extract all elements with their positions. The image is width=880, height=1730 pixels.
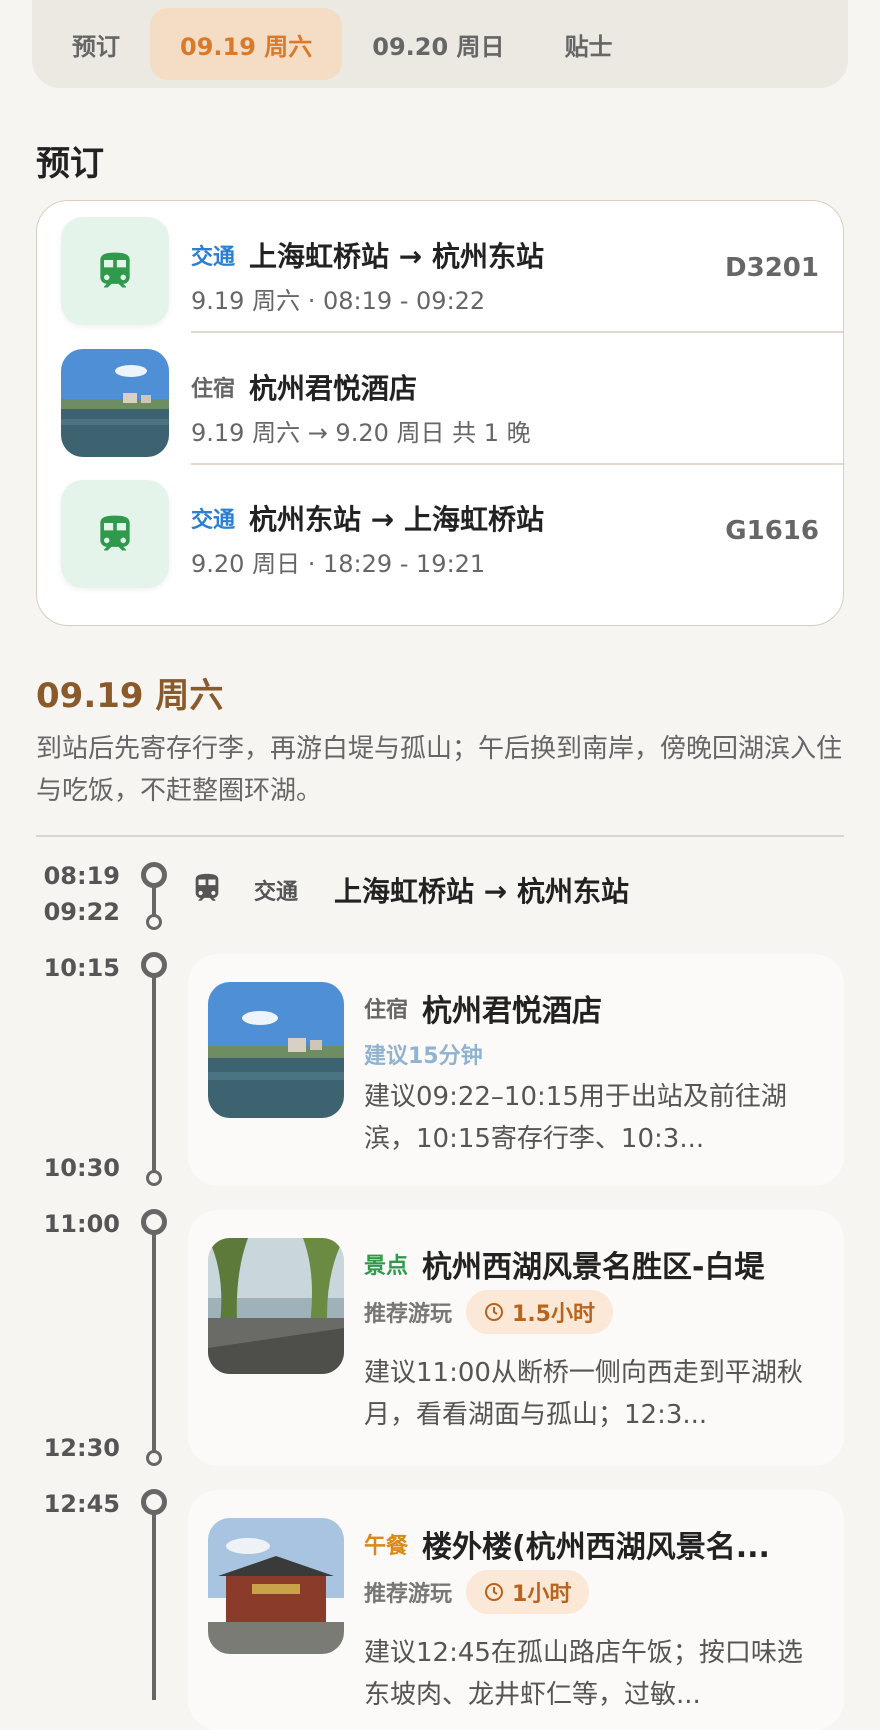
transit-label: 交通 [254,880,299,905]
day-tabs: 预订 09.19 周六 09.20 周日 贴士 [32,0,848,88]
timeline-line [152,976,156,1176]
timeline-line [152,1513,156,1700]
train-icon [61,480,169,588]
time-start: 12:45 [43,1490,120,1518]
duration-text: 1小时 [512,1582,572,1607]
timeline-node [141,1489,167,1515]
timeline-node [141,952,167,978]
restaurant-photo [208,1518,344,1654]
booking-name: 杭州君悦酒店 [249,372,418,405]
item-description: 建议11:00从断桥一侧向西走到平湖秋月，看看湖面与孤山；12:3... [364,1358,803,1430]
clock-icon [485,1303,504,1321]
item-tag: 住宿 [364,998,409,1023]
duration-badge: 1.5小时 [466,1290,613,1334]
day-description: 到站后先寄存行李，再游白堤与孤山；午后换到南岸，傍晚回湖滨入住与吃饭，不赶整圈环… [36,734,843,806]
timeline-node-end [146,914,162,930]
item-tag: 景点 [364,1254,409,1279]
time-end: 09:22 [43,898,120,926]
booking-section-title: 预订 [36,144,104,184]
booking-tag: 交通 [191,508,236,533]
train-number: G1616 [725,516,819,546]
timeline-card-hotel[interactable]: 住宿 杭州君悦酒店 建议15分钟 建议09:22–10:15用于出站及前往湖滨，… [188,954,844,1186]
recommend-label: 推荐游玩 [364,1582,453,1607]
day-title: 09.19 周六 [36,676,224,716]
timeline-node-end [146,1170,162,1186]
item-description: 建议09:22–10:15用于出站及前往湖滨，10:15寄存行李、10:3... [364,1082,787,1154]
duration-badge: 1小时 [466,1570,590,1614]
timeline-node [141,1209,167,1235]
clock-icon [485,1583,504,1601]
hotel-photo [208,982,344,1118]
timeline-card-attraction[interactable]: 景点 杭州西湖风景名胜区-白堤 推荐游玩 1.5小时 建议11:00从断桥一侧向… [188,1210,844,1466]
booking-name: 杭州东站 → 上海虹桥站 [249,503,544,536]
time-start: 08:19 [43,862,120,890]
booking-row-train-back[interactable]: 交通 杭州东站 → 上海虹桥站 9.20 周日 · 18:29 - 19:21 … [37,464,843,606]
timeline-node-end [146,1450,162,1466]
attraction-photo [208,1238,344,1374]
booking-tag: 交通 [191,245,236,270]
hotel-photo [61,349,169,457]
booking-time: 9.20 周日 · 18:29 - 19:21 [191,550,486,578]
time-start: 10:15 [43,954,120,982]
item-tag: 午餐 [364,1534,409,1559]
divider [36,835,844,837]
booking-card: 交通 上海虹桥站 → 杭州东站 9.19 周六 · 08:19 - 09:22 … [36,200,844,626]
time-end: 12:30 [43,1434,120,1462]
item-name: 杭州西湖风景名胜区-白堤 [422,1250,765,1285]
booking-name: 上海虹桥站 → 杭州东站 [249,240,544,273]
tab-tips[interactable]: 贴士 [535,8,643,80]
transit-route: 上海虹桥站 → 杭州东站 [334,875,629,908]
item-name: 楼外楼(杭州西湖风景名... [422,1530,770,1565]
recommend-label: 推荐游玩 [364,1302,453,1327]
booking-tag: 住宿 [191,377,236,402]
time-start: 11:00 [43,1210,120,1238]
tab-day-0920[interactable]: 09.20 周日 [342,8,534,80]
item-name: 杭州君悦酒店 [422,994,603,1029]
timeline-line [152,886,156,916]
duration-text: 1.5小时 [512,1302,595,1327]
timeline-transit-row[interactable]: 交通 上海虹桥站 → 杭州东站 [190,870,629,910]
train-number: D3201 [725,253,819,283]
suggested-duration: 建议15分钟 [364,1044,483,1069]
timeline-line [152,1233,156,1459]
time-end: 10:30 [43,1154,120,1182]
item-description: 建议12:45在孤山路店午饭；按口味选东坡肉、龙井虾仁等，过敏... [364,1638,803,1710]
booking-time: 9.19 周六 · 08:19 - 09:22 [191,287,486,315]
tab-day-0919[interactable]: 09.19 周六 [150,8,343,80]
train-icon [190,871,224,909]
train-icon [61,217,169,325]
booking-row-hotel[interactable]: 住宿 杭州君悦酒店 9.19 周六 → 9.20 周日 共 1 晚 [37,333,843,475]
tab-booking[interactable]: 预订 [42,8,150,80]
booking-row-train-out[interactable]: 交通 上海虹桥站 → 杭州东站 9.19 周六 · 08:19 - 09:22 … [37,201,843,343]
timeline-node [141,862,167,888]
booking-time: 9.19 周六 → 9.20 周日 共 1 晚 [191,419,531,447]
timeline-card-lunch[interactable]: 午餐 楼外楼(杭州西湖风景名... 推荐游玩 1小时 建议12:45在孤山路店午… [188,1490,844,1730]
